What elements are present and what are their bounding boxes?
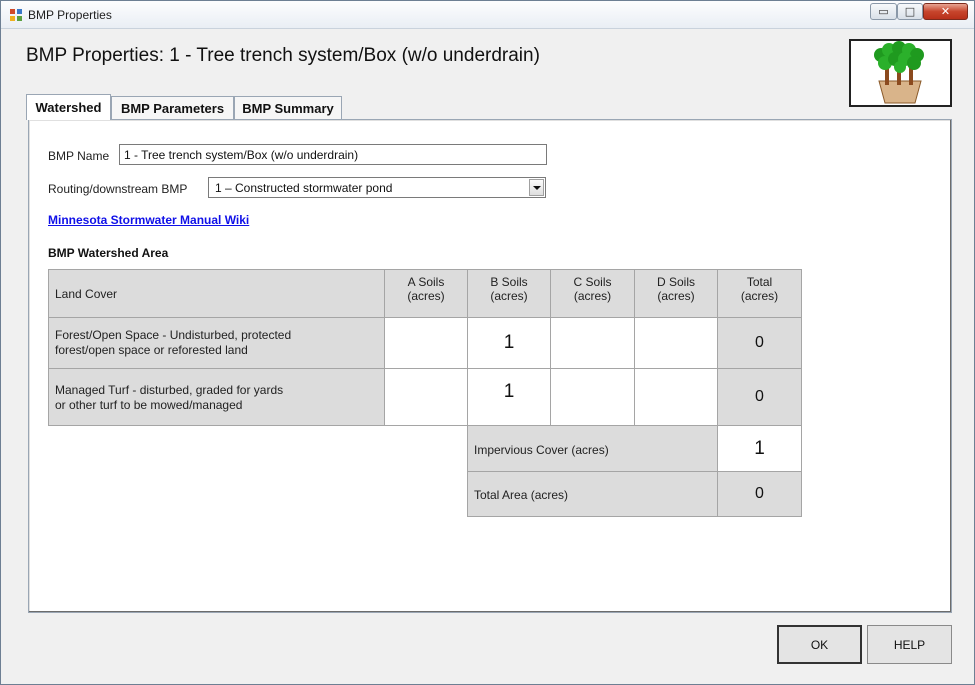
forest-d-soils-cell[interactable] [634,317,718,369]
close-icon: ✕ [940,5,951,18]
potted-trees-icon [874,41,924,104]
bmp-properties-window: BMP Properties ▭ □ ✕ BMP Properties: 1 -… [0,0,975,685]
routing-label: Routing/downstream BMP [48,182,188,196]
cell-value [551,369,634,425]
cell-value [385,369,467,425]
header-d-soils: D Soils (acres) [634,269,718,318]
watershed-area-heading: BMP Watershed Area [48,246,169,260]
forest-c-soils-cell[interactable] [550,317,635,369]
header-b-soils-label: B Soils (acres) [490,275,528,303]
dropdown-button[interactable] [529,179,544,196]
impervious-cover-cell[interactable]: 1 [717,425,802,472]
header-land-cover: Land Cover [48,269,385,318]
header-c-soils-label: C Soils (acres) [573,275,612,303]
impervious-cover-value: 1 [754,437,765,459]
header-b-soils: B Soils (acres) [467,269,551,318]
forest-b-soils-cell[interactable]: 1 [467,317,551,369]
cell-value: 0 [755,388,764,405]
stormwater-manual-link[interactable]: Minnesota Stormwater Manual Wiki [48,213,249,227]
header-land-cover-label: Land Cover [55,287,118,301]
app-icon [10,9,22,21]
header-a-soils-label: A Soils (acres) [407,275,445,303]
page-title: BMP Properties: 1 - Tree trench system/B… [26,45,540,66]
cell-value: 1 [503,381,515,402]
total-area-value: 0 [755,485,764,502]
close-button[interactable]: ✕ [923,3,968,20]
cell-value: 1 [503,332,515,353]
turf-b-soils-cell[interactable]: 1 [467,368,551,426]
title-bar[interactable]: BMP Properties ▭ □ ✕ [1,1,974,29]
header-c-soils: C Soils (acres) [550,269,635,318]
turf-total-cell: 0 [717,368,802,426]
routing-dropdown[interactable]: 1 – Constructed stormwater pond [208,177,546,198]
tab-bmp-summary[interactable]: BMP Summary [234,96,342,119]
total-area-label: Total Area (acres) [474,488,569,502]
impervious-cover-label: Impervious Cover (acres) [474,443,609,457]
cell-value [385,318,467,368]
window-title: BMP Properties [28,8,112,22]
turf-a-soils-cell[interactable] [384,368,468,426]
header-total: Total (acres) [717,269,802,318]
minimize-icon: ▭ [878,5,889,18]
table-row-forest-land-cover: Forest/Open Space - Undisturbed, protect… [48,317,385,369]
header-d-soils-label: D Soils (acres) [656,275,695,303]
impervious-cover-label-cell: Impervious Cover (acres) [467,425,718,472]
minimize-button[interactable]: ▭ [870,3,897,20]
turf-d-soils-cell[interactable] [634,368,718,426]
help-button[interactable]: HELP [867,625,952,664]
header-total-label: Total (acres) [740,275,779,303]
ok-button[interactable]: OK [777,625,862,664]
total-area-label-cell: Total Area (acres) [467,471,718,517]
tab-watershed[interactable]: Watershed [26,94,111,120]
forest-a-soils-cell[interactable] [384,317,468,369]
total-area-cell: 0 [717,471,802,517]
maximize-icon: □ [904,5,916,18]
turf-c-soils-cell[interactable] [550,368,635,426]
chevron-down-icon [532,185,541,190]
forest-total-cell: 0 [717,317,802,369]
header-a-soils: A Soils (acres) [384,269,468,318]
maximize-button[interactable]: □ [897,3,923,20]
land-cover-label: Forest/Open Space - Undisturbed, protect… [55,328,292,357]
land-cover-label: Managed Turf - disturbed, graded for yar… [55,383,284,412]
tab-bmp-parameters[interactable]: BMP Parameters [111,96,234,119]
cell-value [551,318,634,368]
cell-value [635,369,717,425]
routing-selected-value: 1 – Constructed stormwater pond [215,181,393,195]
cell-value [635,318,717,368]
cell-value: 0 [755,334,764,351]
table-row-managed-turf-land-cover: Managed Turf - disturbed, graded for yar… [48,368,385,426]
bmp-name-label: BMP Name [48,149,110,163]
bmp-name-field[interactable]: 1 - Tree trench system/Box (w/o underdra… [119,144,547,165]
logo [849,39,952,107]
